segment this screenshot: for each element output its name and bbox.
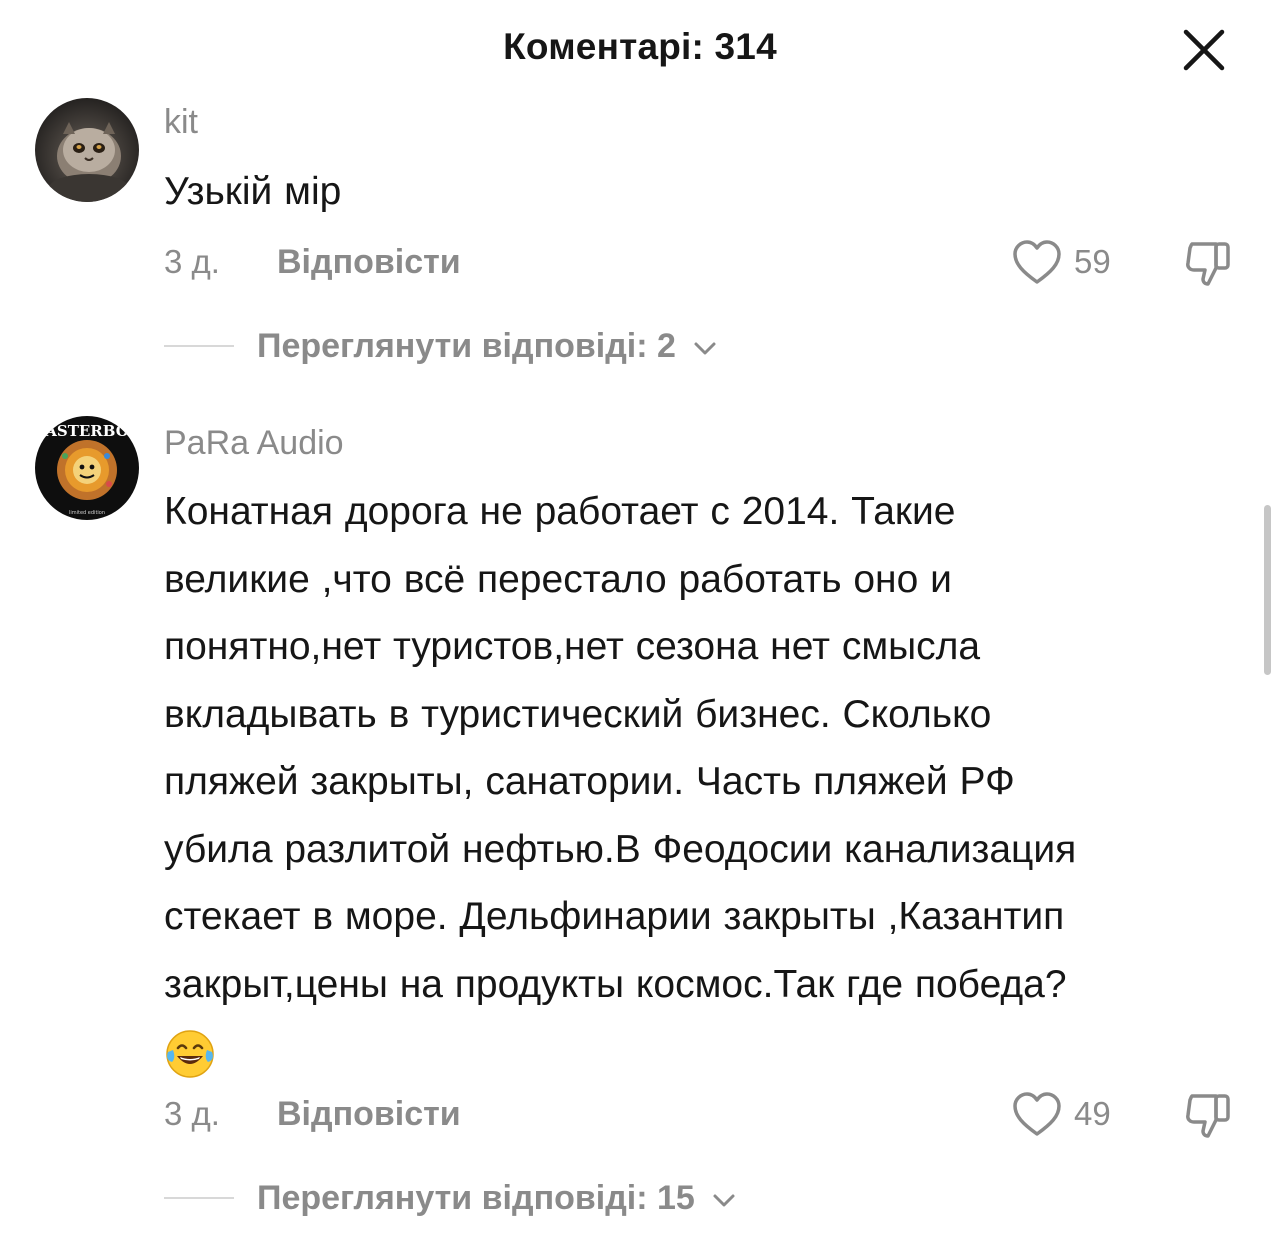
like-count: 59 [1074, 243, 1111, 280]
replies-divider [164, 345, 234, 347]
thumbs-down-icon [1186, 1094, 1230, 1138]
comment-text-line: Узькій мір [164, 170, 342, 213]
comment-username[interactable]: kit [164, 103, 198, 142]
comment-text: Конатная дорога не работает с 2014. Таки… [164, 478, 1234, 1086]
reply-button[interactable]: Відповісти [277, 243, 461, 282]
replies-divider [164, 1197, 234, 1199]
comment-text-line: великие ,что всё перестало работать оно … [164, 557, 952, 601]
view-replies-label: Переглянути відповіді: 15 [257, 1179, 695, 1217]
chevron-down-icon [694, 342, 716, 355]
comment-text-line: пляжей закрыты, санатории. Часть пляжей … [164, 760, 1015, 803]
comments-count-title: Коментарі: 314 [503, 26, 777, 67]
avatar-logo-subtext: limited edition [69, 510, 105, 516]
comment-time: 3 д. [164, 1095, 220, 1132]
heart-icon [1013, 1092, 1061, 1136]
comments-header: Коментарі: 314 [0, 0, 1280, 100]
comment-emoji-line [164, 1018, 1234, 1086]
comment-text-line: закрыт,цены на продукты космос.Так где п… [164, 962, 1067, 1006]
cat-avatar [35, 98, 139, 202]
reply-button[interactable]: Відповісти [277, 1095, 461, 1134]
close-icon [1183, 29, 1225, 71]
laughing-tears-emoji [166, 1029, 214, 1078]
view-replies-button[interactable]: Переглянути відповіді: 2 [257, 327, 719, 366]
comment-text-line: Конатная дорога не работает с 2014. Таки… [164, 490, 956, 533]
like-button[interactable] [1011, 1090, 1063, 1138]
comment-text-line: стекает в море. Дельфинарии закрыты ,Каз… [164, 895, 1065, 938]
chevron-down-icon [713, 1194, 735, 1207]
record-logo-avatar: ASTERBO limited edition [35, 416, 139, 520]
comment-text-line: понятно,нет туристов,нет сезона нет смыс… [164, 625, 981, 668]
view-replies-label: Переглянути відповіді: 2 [257, 327, 676, 365]
scrollbar-thumb[interactable] [1264, 505, 1271, 675]
comment-username[interactable]: PaRa Audio [164, 424, 344, 463]
user-avatar[interactable] [35, 98, 139, 202]
view-replies-button[interactable]: Переглянути відповіді: 15 [257, 1179, 738, 1218]
comment-time: 3 д. [164, 243, 220, 280]
avatar-logo-text: ASTERBO [44, 422, 129, 440]
thumbs-down-icon [1186, 242, 1230, 286]
like-count: 49 [1074, 1095, 1111, 1132]
close-button[interactable] [1178, 24, 1230, 76]
user-avatar[interactable]: ASTERBO limited edition [35, 416, 139, 520]
dislike-button[interactable] [1182, 236, 1238, 292]
heart-icon [1013, 240, 1061, 284]
comment-text: Узькій мір [164, 158, 1234, 226]
dislike-button[interactable] [1182, 1088, 1238, 1144]
comment-text-line: вкладывать в туристический бизнес. Сколь… [164, 692, 992, 736]
like-button[interactable] [1011, 238, 1063, 286]
comment-text-line: убила разлитой нефтью.В Феодосии канализ… [164, 827, 1077, 871]
